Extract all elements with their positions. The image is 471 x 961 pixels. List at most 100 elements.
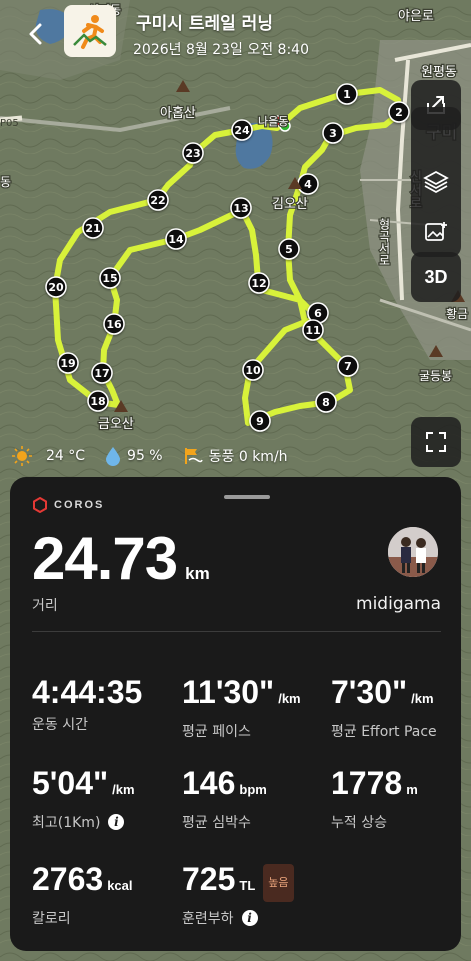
activity-title: 구미시 트레일 러닝 — [136, 14, 273, 34]
metric-calories: 2763 kcal 칼로리 — [32, 861, 133, 928]
waypoint-marker[interactable]: 2 — [388, 101, 410, 123]
metric-unit: bpm — [239, 782, 267, 797]
distance-number: 24.73 — [32, 525, 178, 592]
metric-unit: kcal — [107, 878, 133, 893]
stats-panel[interactable]: COROS 24.73 km 거리 midigama 4:44:35 운동 시간… — [10, 477, 461, 951]
metric-unit: m — [406, 782, 418, 797]
waypoint-label: 15 — [102, 272, 117, 285]
waypoint-label: 10 — [245, 364, 261, 377]
trail-run-icon — [64, 5, 116, 57]
waypoint-marker[interactable]: 13 — [230, 197, 252, 219]
waypoint-label: 17 — [94, 367, 109, 380]
waypoint-marker[interactable]: 9 — [249, 410, 271, 432]
info-icon[interactable]: i — [241, 910, 258, 926]
waypoint-label: 9 — [256, 415, 264, 428]
waypoint-marker[interactable]: 3 — [322, 122, 344, 144]
activity-datetime: 2026년 8월 23일 오전 8:40 — [133, 42, 309, 58]
place-label: 김오산 — [272, 197, 308, 212]
distance-label: 거리 — [32, 598, 58, 614]
waypoint-marker[interactable]: 22 — [147, 189, 169, 211]
metric-value: 725 — [182, 861, 236, 897]
layers-icon — [423, 170, 449, 194]
waypoint-marker[interactable]: 1 — [336, 83, 358, 105]
waypoint-marker[interactable]: 5 — [278, 238, 300, 260]
drag-handle[interactable] — [224, 495, 270, 499]
username[interactable]: midigama — [356, 594, 441, 614]
waypoint-label: 6 — [314, 307, 322, 320]
waypoint-marker[interactable]: 21 — [82, 217, 104, 239]
metric-value: 5'04" — [32, 765, 109, 801]
place-label: 황금 — [446, 307, 468, 321]
weather-bar: 24 °C 95 % 동풍 0 km/h — [12, 443, 288, 469]
3d-button[interactable]: 3D — [411, 252, 461, 302]
waypoint-label: 11 — [305, 324, 320, 337]
metric-label: 평균 Effort Pace — [331, 724, 437, 740]
metric-avg-pace: 11'30"/km 평균 페이스 — [182, 674, 301, 741]
waypoint-label: 4 — [304, 178, 312, 191]
waypoint-marker[interactable]: 8 — [315, 391, 337, 413]
waypoint-label: 2 — [395, 106, 403, 119]
waypoint-marker[interactable]: 15 — [99, 267, 121, 289]
place-label: P05 — [0, 118, 19, 129]
waypoint-label: 3 — [329, 127, 337, 140]
sun-icon — [12, 446, 32, 466]
info-icon[interactable]: i — [108, 814, 125, 830]
distance-unit: km — [185, 564, 210, 583]
back-button[interactable] — [22, 18, 50, 50]
waypoint-label: 5 — [285, 243, 293, 256]
wind: 동풍 0 km/h — [208, 449, 288, 465]
layers-button[interactable] — [411, 157, 461, 207]
training-load-badge: 높음 — [263, 863, 294, 902]
waypoint-marker[interactable]: 12 — [248, 272, 270, 294]
waypoint-label: 14 — [168, 233, 184, 246]
waypoint-label: 16 — [106, 318, 122, 331]
3d-label: 3D — [424, 266, 448, 287]
waypoint-marker[interactable]: 14 — [165, 228, 187, 250]
metric-label: 평균 페이스 — [182, 724, 251, 740]
metric-label: 운동 시간 — [32, 717, 88, 733]
waypoint-label: 21 — [85, 222, 100, 235]
waypoint-marker[interactable]: 17 — [91, 362, 113, 384]
fullscreen-icon — [426, 432, 446, 452]
add-photo-icon — [425, 222, 447, 241]
place-label: 아홉산 — [160, 106, 196, 121]
metric-value: 146 — [182, 765, 236, 801]
distance-value: 24.73 km — [32, 527, 210, 591]
metric-value: 1778 — [331, 765, 403, 801]
waypoint-marker[interactable]: 10 — [242, 359, 264, 381]
waypoint-marker[interactable]: 16 — [103, 313, 125, 335]
metric-unit: TL — [239, 878, 256, 893]
waypoint-marker[interactable]: 18 — [87, 390, 109, 412]
map-tools-group — [411, 107, 461, 257]
fullscreen-button[interactable] — [411, 417, 461, 467]
waypoint-marker[interactable]: 4 — [297, 173, 319, 195]
avatar[interactable] — [388, 527, 438, 577]
metric-label: 누적 상승 — [331, 815, 387, 831]
waypoint-label: 19 — [60, 357, 75, 370]
metric-duration: 4:44:35 운동 시간 — [32, 674, 142, 734]
metric-value: 2763 — [32, 861, 104, 897]
add-photo-button[interactable] — [411, 207, 461, 257]
place-label: 동 — [0, 175, 11, 189]
humidity: 95 % — [127, 448, 163, 464]
coros-logo-icon — [33, 497, 47, 513]
chevron-left-icon — [29, 23, 42, 45]
waypoint-marker[interactable]: 23 — [182, 142, 204, 164]
waypoint-label: 12 — [251, 277, 266, 290]
metric-label: 칼로리 — [32, 911, 71, 927]
metric-label: 최고(1Km) — [32, 815, 101, 831]
share-slot-spacer — [411, 107, 461, 157]
waypoint-marker[interactable]: 24 — [231, 119, 253, 141]
brand-logo: COROS — [32, 497, 104, 513]
wind-icon — [184, 448, 203, 464]
metric-training-load: 725 TL 높음 훈련부하 i — [182, 861, 294, 928]
top-bar: 구미시 트레일 러닝 2026년 8월 23일 오전 8:40 — [0, 0, 471, 70]
metric-value: 11'30" — [182, 674, 275, 710]
waypoint-marker[interactable]: 19 — [57, 352, 79, 374]
waypoint-label: 22 — [150, 194, 165, 207]
waypoint-marker[interactable]: 11 — [302, 319, 324, 341]
place-label: 금오산 — [98, 417, 134, 432]
metric-unit: /km — [278, 691, 301, 706]
waypoint-marker[interactable]: 20 — [45, 276, 67, 298]
waypoint-marker[interactable]: 7 — [337, 355, 359, 377]
